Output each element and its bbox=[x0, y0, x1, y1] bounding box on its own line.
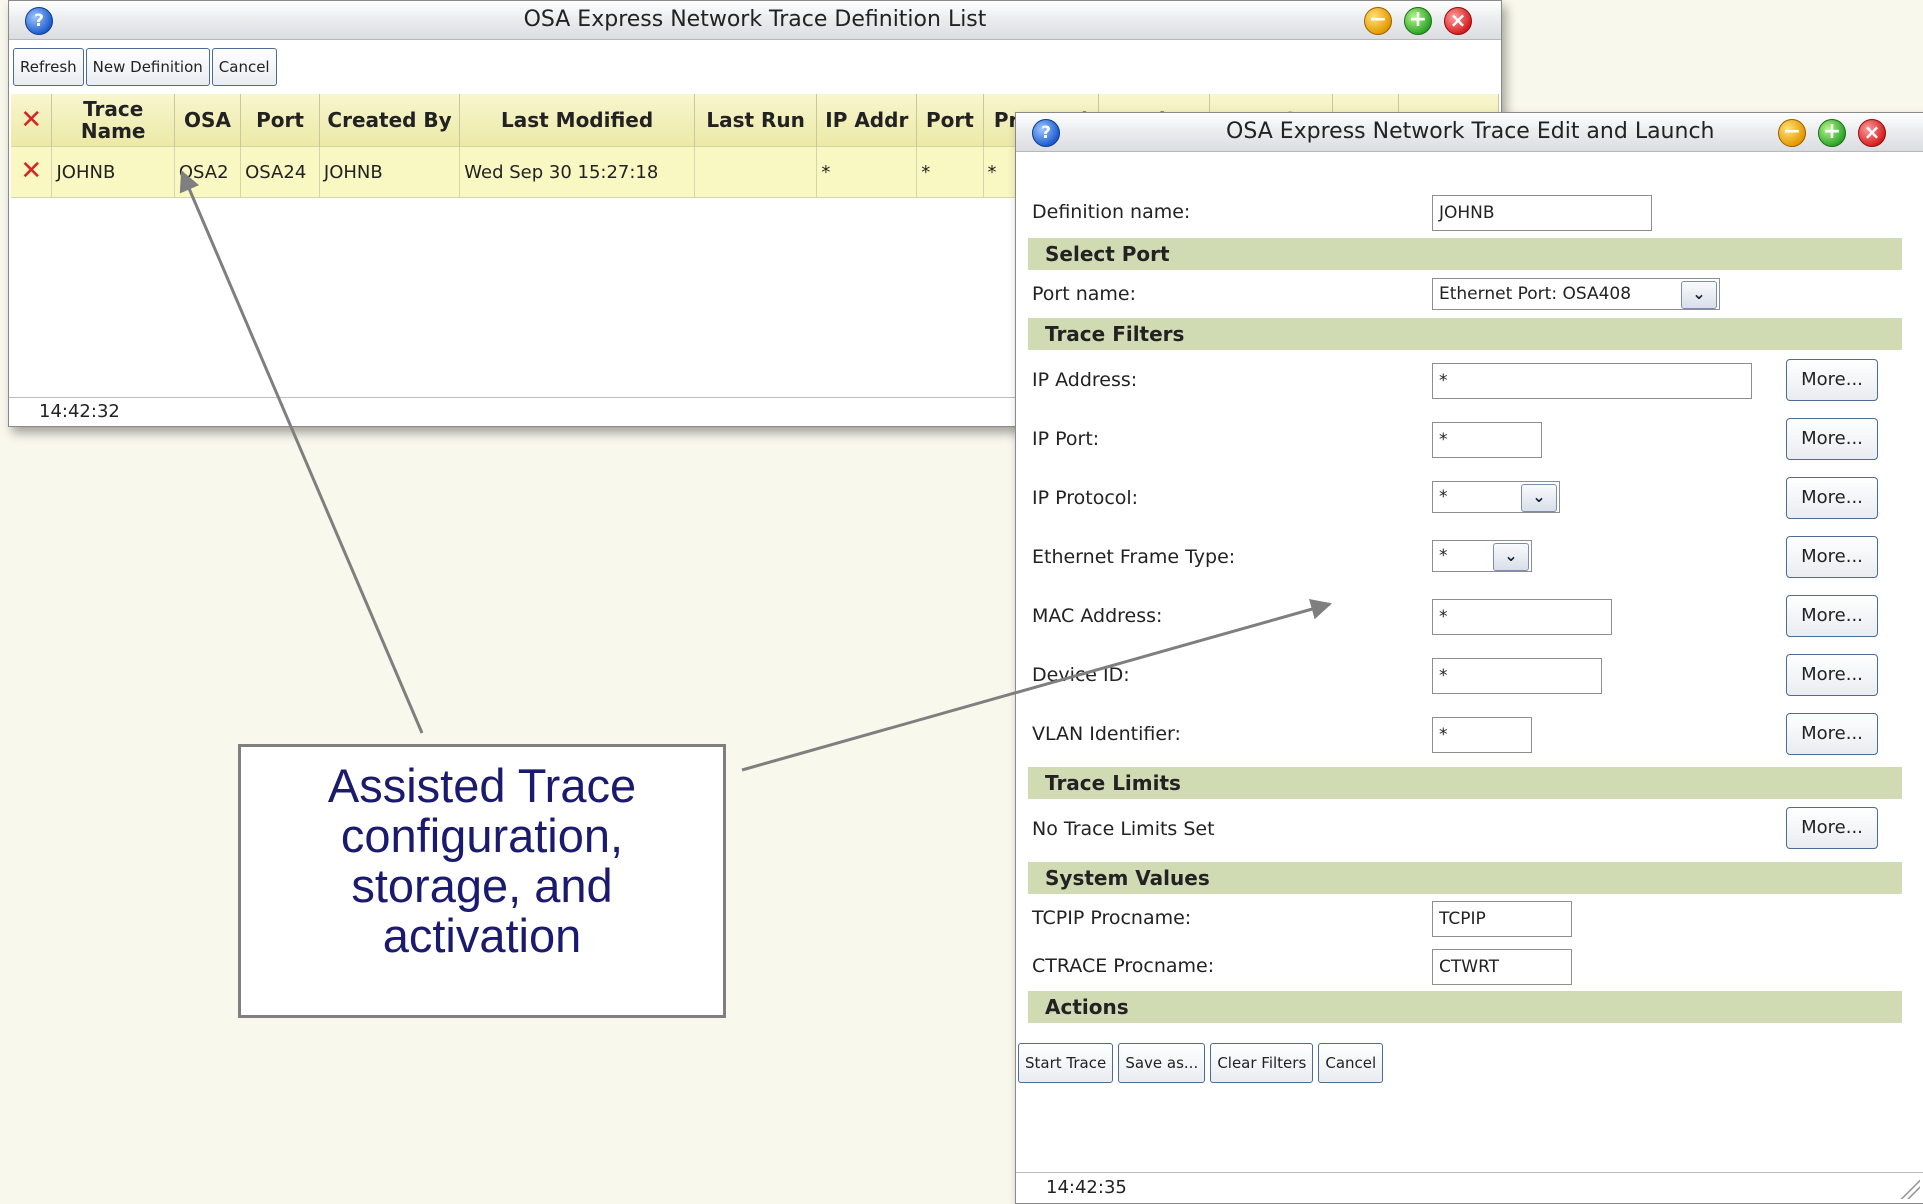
delete-row-icon[interactable]: ✕ bbox=[11, 146, 53, 198]
created-by-cell: JOHNB bbox=[319, 146, 461, 198]
list-window-title: OSA Express Network Trace Definition Lis… bbox=[523, 7, 987, 32]
callout-line: Assisted Trace bbox=[327, 759, 637, 812]
column-header-ip-port[interactable]: Port bbox=[916, 94, 984, 147]
select-port-header: Select Port bbox=[1028, 238, 1902, 270]
cancel-button[interactable]: Cancel bbox=[1318, 1043, 1384, 1083]
trace-limits-more-button[interactable]: More... bbox=[1786, 807, 1878, 849]
vlan-identifier-label: VLAN Identifier: bbox=[1032, 723, 1181, 745]
maximize-icon[interactable]: + bbox=[1818, 119, 1846, 147]
last-run-cell bbox=[694, 146, 818, 198]
trace-filters-header: Trace Filters bbox=[1028, 318, 1902, 350]
ip-protocol-value: * bbox=[1439, 487, 1448, 507]
callout-line: configuration, bbox=[340, 809, 624, 862]
osa-cell: OSA2 bbox=[174, 146, 242, 198]
edit-status-bar: 14:42:35 bbox=[1016, 1172, 1923, 1203]
callout-box: Assisted Trace configuration, storage, a… bbox=[238, 744, 726, 1018]
vlan-identifier-field[interactable]: * bbox=[1432, 717, 1532, 753]
port-name-label: Port name: bbox=[1032, 283, 1136, 305]
chevron-down-icon[interactable]: ⌄ bbox=[1521, 484, 1557, 512]
column-header-trace-name[interactable]: Trace Name bbox=[51, 94, 175, 147]
ctrace-procname-field[interactable]: CTWRT bbox=[1432, 949, 1572, 985]
mac-address-field[interactable]: * bbox=[1432, 599, 1612, 635]
ip-port-cell: * bbox=[916, 146, 984, 198]
device-id-more-button[interactable]: More... bbox=[1786, 654, 1878, 696]
chevron-down-icon[interactable]: ⌄ bbox=[1493, 543, 1529, 571]
close-icon[interactable]: × bbox=[1444, 7, 1472, 35]
ip-protocol-more-button[interactable]: More... bbox=[1786, 477, 1878, 519]
ip-address-field[interactable]: * bbox=[1432, 363, 1752, 399]
maximize-icon[interactable]: + bbox=[1404, 7, 1432, 35]
definition-name-label: Definition name: bbox=[1032, 201, 1191, 223]
last-modified-cell: Wed Sep 30 15:27:18 bbox=[459, 146, 695, 198]
port-cell: OSA24 bbox=[240, 146, 320, 198]
trace-edit-launch-window: ? OSA Express Network Trace Edit and Lau… bbox=[1015, 112, 1923, 1204]
close-icon[interactable]: × bbox=[1858, 119, 1886, 147]
system-values-header: System Values bbox=[1028, 862, 1902, 894]
callout-line: storage, and bbox=[351, 859, 613, 912]
mac-address-more-button[interactable]: More... bbox=[1786, 595, 1878, 637]
vlan-more-button[interactable]: More... bbox=[1786, 713, 1878, 755]
device-id-label: Device ID: bbox=[1032, 664, 1130, 686]
minimize-icon[interactable]: − bbox=[1364, 7, 1392, 35]
ethernet-frame-type-label: Ethernet Frame Type: bbox=[1032, 546, 1236, 568]
mac-address-label: MAC Address: bbox=[1032, 605, 1163, 627]
device-id-field[interactable]: * bbox=[1432, 658, 1602, 694]
minimize-icon[interactable]: − bbox=[1778, 119, 1806, 147]
refresh-button[interactable]: Refresh bbox=[13, 48, 84, 86]
column-header-created-by[interactable]: Created By bbox=[319, 94, 461, 147]
ip-port-more-button[interactable]: More... bbox=[1786, 418, 1878, 460]
tcpip-procname-field[interactable]: TCPIP bbox=[1432, 901, 1572, 937]
actions-header: Actions bbox=[1028, 991, 1902, 1023]
column-header-port[interactable]: Port bbox=[240, 94, 320, 147]
ethernet-frame-more-button[interactable]: More... bbox=[1786, 536, 1878, 578]
column-header-ip-addr[interactable]: IP Addr bbox=[816, 94, 918, 147]
actions-bar: Start Trace Save as... Clear Filters Can… bbox=[1018, 1043, 1384, 1083]
edit-window-titlebar[interactable]: ? OSA Express Network Trace Edit and Lau… bbox=[1016, 113, 1923, 152]
trace-limits-header: Trace Limits bbox=[1028, 767, 1902, 799]
list-status-time: 14:42:32 bbox=[39, 401, 120, 422]
tcpip-procname-label: TCPIP Procname: bbox=[1032, 907, 1192, 929]
clear-filters-button[interactable]: Clear Filters bbox=[1210, 1043, 1314, 1083]
column-header-delete: ✕ bbox=[11, 94, 53, 147]
chevron-down-icon[interactable]: ⌄ bbox=[1681, 281, 1717, 309]
port-name-select[interactable]: Ethernet Port: OSA408 ⌄ bbox=[1432, 278, 1720, 310]
ip-port-field[interactable]: * bbox=[1432, 422, 1542, 458]
ip-address-more-button[interactable]: More... bbox=[1786, 359, 1878, 401]
ethernet-frame-type-select[interactable]: * ⌄ bbox=[1432, 540, 1532, 572]
column-header-last-modified[interactable]: Last Modified bbox=[459, 94, 695, 147]
edit-status-time: 14:42:35 bbox=[1046, 1177, 1127, 1198]
start-trace-button[interactable]: Start Trace bbox=[1018, 1043, 1114, 1083]
callout-line: activation bbox=[382, 909, 582, 962]
resize-grip-icon[interactable] bbox=[1898, 1177, 1920, 1199]
port-name-value: Ethernet Port: OSA408 bbox=[1439, 284, 1632, 304]
ip-address-label: IP Address: bbox=[1032, 369, 1138, 391]
cancel-button[interactable]: Cancel bbox=[211, 48, 277, 86]
ip-port-label: IP Port: bbox=[1032, 428, 1100, 450]
ip-protocol-label: IP Protocol: bbox=[1032, 487, 1139, 509]
trace-limits-text: No Trace Limits Set bbox=[1032, 818, 1215, 840]
ctrace-procname-label: CTRACE Procname: bbox=[1032, 955, 1215, 977]
new-definition-button[interactable]: New Definition bbox=[85, 48, 210, 86]
ip-addr-cell: * bbox=[816, 146, 918, 198]
ip-protocol-select[interactable]: * ⌄ bbox=[1432, 481, 1560, 513]
list-window-titlebar[interactable]: ? OSA Express Network Trace Definition L… bbox=[9, 1, 1501, 40]
definition-name-field[interactable]: JOHNB bbox=[1432, 195, 1652, 231]
list-toolbar: Refresh New Definition Cancel bbox=[9, 40, 1501, 88]
ethernet-frame-type-value: * bbox=[1439, 546, 1448, 566]
help-icon[interactable]: ? bbox=[1032, 119, 1060, 147]
column-header-osa[interactable]: OSA bbox=[174, 94, 242, 147]
save-as-button[interactable]: Save as... bbox=[1118, 1043, 1206, 1083]
column-header-last-run[interactable]: Last Run bbox=[694, 94, 818, 147]
trace-name-link[interactable]: JOHNB bbox=[51, 146, 175, 198]
